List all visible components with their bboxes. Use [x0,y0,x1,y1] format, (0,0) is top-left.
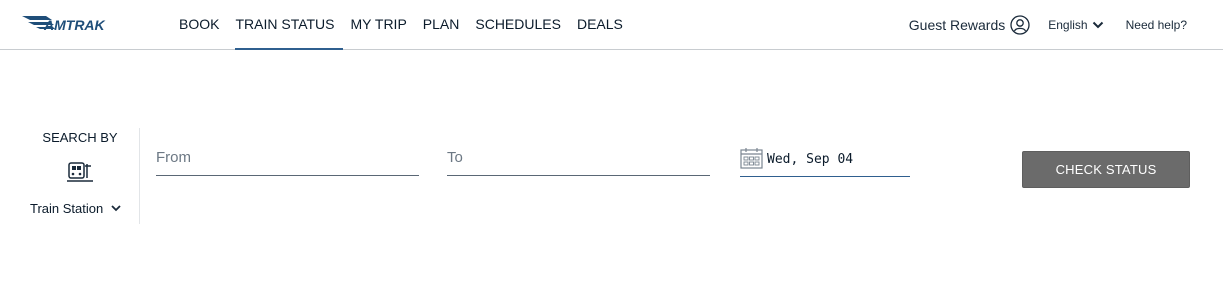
nav-schedules[interactable]: SCHEDULES [467,0,569,49]
logo-text: AMTRAK [43,17,106,33]
search-by-value: Train Station [30,201,104,216]
from-input[interactable] [156,146,419,168]
chevron-down-icon [1092,21,1103,28]
nav-book[interactable]: BOOK [171,0,227,49]
nav-deals[interactable]: DEALS [569,0,631,49]
search-by-label: SEARCH BY [42,130,118,145]
main-nav: BOOK TRAIN STATUS MY TRIP PLAN SCHEDULES… [171,0,631,50]
train-station-icon [67,162,93,182]
amtrak-logo[interactable]: AMTRAK [22,13,162,35]
nav-train-status[interactable]: TRAIN STATUS [227,0,343,50]
user-circle-icon [1010,14,1030,35]
calendar-icon [740,148,763,169]
guest-rewards-link[interactable]: Guest Rewards [908,14,1030,35]
date-value: Wed, Sep 04 [767,152,854,167]
language-label: English [1048,17,1088,32]
date-picker[interactable]: Wed, Sep 04 [740,147,910,177]
from-field[interactable] [156,146,419,176]
guest-rewards-label: Guest Rewards [908,16,1006,33]
chevron-down-icon [111,205,121,212]
nav-plan[interactable]: PLAN [415,0,468,49]
search-by-panel: SEARCH BY Train Station [22,128,140,224]
language-selector[interactable]: English [1048,18,1103,32]
to-input[interactable] [447,146,710,168]
check-status-button[interactable]: CHECK STATUS [1022,151,1190,188]
nav-my-trip[interactable]: MY TRIP [343,0,415,49]
top-navigation: AMTRAK BOOK TRAIN STATUS MY TRIP PLAN SC… [0,0,1223,50]
search-by-dropdown[interactable]: Train Station [30,201,121,216]
need-help-link[interactable]: Need help? [1126,18,1187,32]
to-field[interactable] [447,146,710,176]
utility-nav: Guest Rewards English Need help? [909,0,1187,49]
